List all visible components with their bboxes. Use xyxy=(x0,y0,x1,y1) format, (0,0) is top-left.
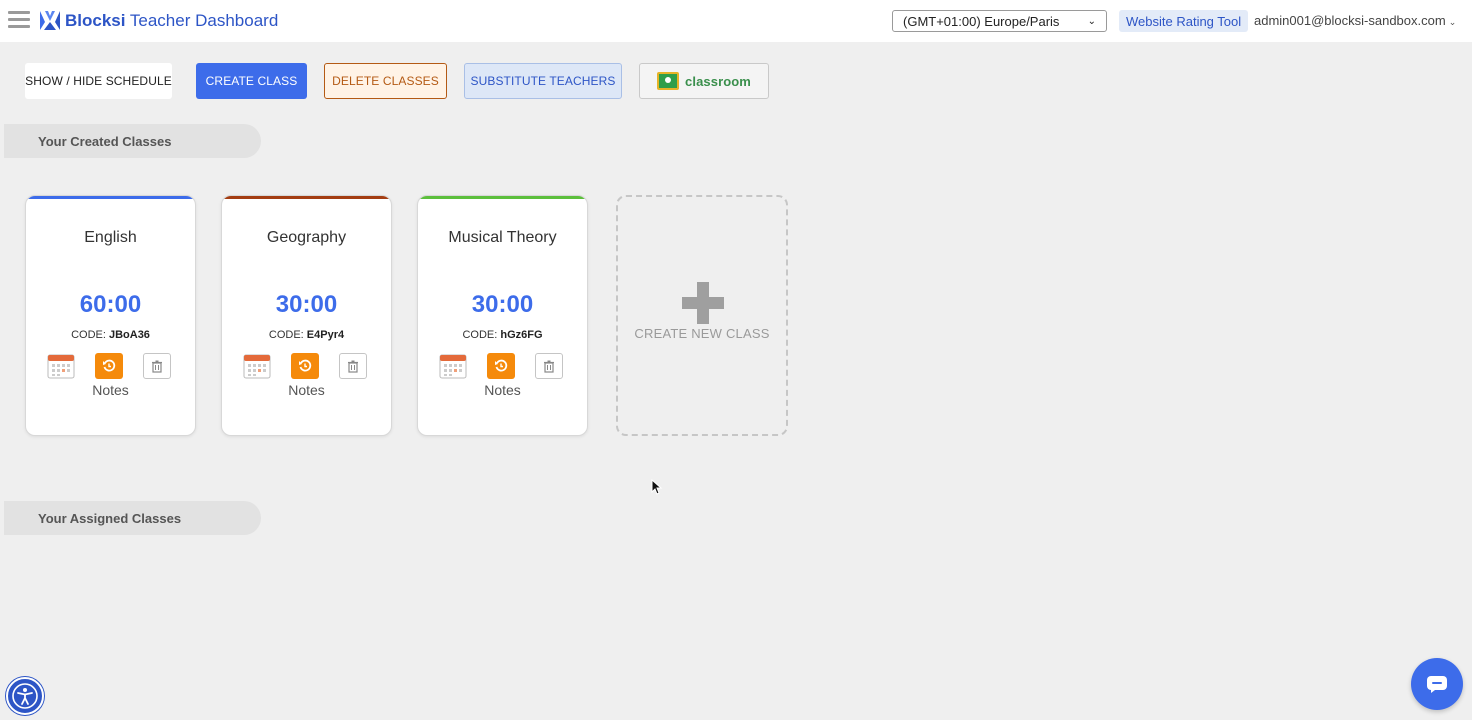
reset-timer-button[interactable] xyxy=(487,353,515,379)
top-header: Blocksi Teacher Dashboard (GMT+01:00) Eu… xyxy=(0,0,1472,42)
show-hide-schedule-button[interactable]: SHOW / HIDE SCHEDULE xyxy=(25,63,172,99)
calendar-icon[interactable] xyxy=(243,353,271,379)
user-menu[interactable]: admin001@blocksi-sandbox.com ⌄ xyxy=(1254,13,1456,28)
created-classes-heading: Your Created Classes xyxy=(4,124,261,158)
google-classroom-button[interactable]: classroom xyxy=(639,63,769,99)
class-duration: 30:00 xyxy=(471,291,534,318)
class-name: Geography xyxy=(266,229,347,246)
website-rating-tool-link[interactable]: Website Rating Tool xyxy=(1119,10,1249,32)
card-accent-bar xyxy=(222,196,391,199)
class-code: CODE: JBoA36 xyxy=(71,329,150,341)
timezone-value: (GMT+01:00) Europe/Paris xyxy=(903,13,1060,29)
delete-class-button[interactable] xyxy=(143,353,171,379)
chevron-down-icon: ⌄ xyxy=(1087,15,1096,27)
card-actions xyxy=(439,353,565,379)
reset-icon xyxy=(495,359,508,372)
delete-class-button[interactable] xyxy=(535,353,563,379)
reset-timer-button[interactable] xyxy=(95,353,123,379)
trash-icon xyxy=(152,360,162,373)
chat-icon xyxy=(1427,676,1447,693)
class-card-english[interactable]: English 60:00 CODE: JBoA36 Notes xyxy=(25,195,196,436)
create-new-class-tile[interactable]: CREATE NEW CLASS xyxy=(616,195,788,436)
timezone-select[interactable]: (GMT+01:00) Europe/Paris ⌄ xyxy=(892,10,1107,32)
assigned-classes-heading: Your Assigned Classes xyxy=(4,501,261,535)
notes-link[interactable]: Notes xyxy=(222,382,391,398)
class-code: CODE: hGz6FG xyxy=(462,329,543,341)
mouse-cursor-icon xyxy=(651,479,663,495)
chevron-down-icon: ⌄ xyxy=(1448,17,1457,27)
create-new-class-label: CREATE NEW CLASS xyxy=(634,326,770,341)
accessibility-button[interactable] xyxy=(6,677,44,715)
notes-link[interactable]: Notes xyxy=(418,382,587,398)
card-accent-bar xyxy=(418,196,587,199)
reset-icon xyxy=(299,359,312,372)
accessibility-icon xyxy=(12,683,38,709)
card-accent-bar xyxy=(26,196,195,199)
plus-icon xyxy=(682,282,724,324)
trash-icon xyxy=(544,360,554,373)
chat-support-button[interactable] xyxy=(1411,658,1463,710)
hamburger-icon[interactable] xyxy=(8,11,30,31)
class-code: CODE: E4Pyr4 xyxy=(268,329,345,341)
class-card-musical-theory[interactable]: Musical Theory 30:00 CODE: hGz6FG Notes xyxy=(417,195,588,436)
notes-link[interactable]: Notes xyxy=(26,382,195,398)
blocksi-logo-icon xyxy=(40,11,60,30)
class-name: English xyxy=(84,229,137,246)
card-actions xyxy=(47,353,173,379)
reset-icon xyxy=(103,359,116,372)
user-email: admin001@blocksi-sandbox.com xyxy=(1254,13,1446,28)
reset-timer-button[interactable] xyxy=(291,353,319,379)
create-class-button[interactable]: CREATE CLASS xyxy=(196,63,307,99)
calendar-icon[interactable] xyxy=(439,353,467,379)
calendar-icon[interactable] xyxy=(47,353,75,379)
app-title: Blocksi Teacher Dashboard xyxy=(65,11,279,30)
class-duration: 60:00 xyxy=(79,291,142,318)
trash-icon xyxy=(348,360,358,373)
class-name: Musical Theory xyxy=(448,229,557,246)
delete-class-button[interactable] xyxy=(339,353,367,379)
classroom-icon xyxy=(657,72,680,90)
class-card-geography[interactable]: Geography 30:00 CODE: E4Pyr4 Notes xyxy=(221,195,392,436)
card-actions xyxy=(243,353,369,379)
class-duration: 30:00 xyxy=(275,291,338,318)
delete-classes-button[interactable]: DELETE CLASSES xyxy=(324,63,447,99)
classroom-label: classroom xyxy=(685,73,751,89)
substitute-teachers-button[interactable]: SUBSTITUTE TEACHERS xyxy=(464,63,622,99)
